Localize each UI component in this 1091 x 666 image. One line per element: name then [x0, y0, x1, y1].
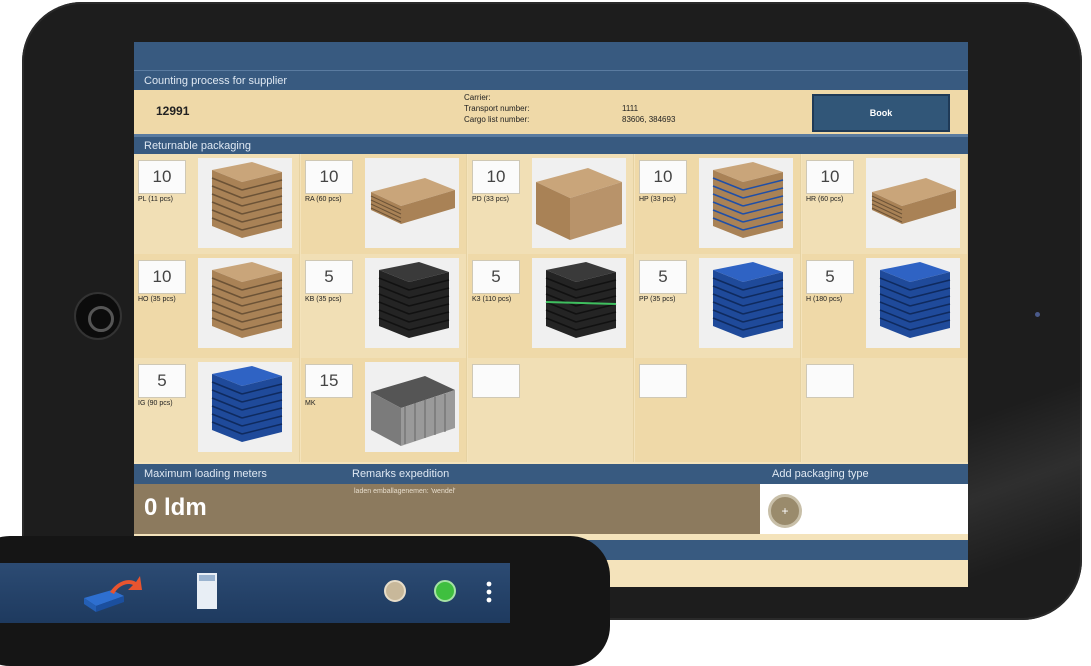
packaging-cell: 5 KB (35 pcs) — [301, 254, 467, 358]
packaging-label: MK — [305, 400, 316, 407]
packaging-count-input[interactable]: 10 — [806, 160, 854, 194]
remarks-field[interactable]: laden emballagenemen: 'wendel' — [342, 484, 760, 534]
packaging-label: PD (33 pcs) — [472, 196, 509, 203]
packaging-image — [866, 258, 960, 348]
book-button[interactable]: Book — [812, 94, 950, 132]
packaging-label: IG (90 pcs) — [138, 400, 173, 407]
packaging-label: HR (60 pcs) — [806, 196, 844, 203]
packaging-count-input[interactable]: 10 — [639, 160, 687, 194]
info-values: 1111 83606, 384693 — [622, 103, 675, 125]
transport-value: 1111 — [622, 104, 639, 113]
cargo-label: Cargo list number: — [464, 115, 530, 124]
packaging-title: Returnable packaging — [134, 136, 968, 154]
packaging-cell: 10 PD (33 pcs) — [468, 154, 634, 254]
packaging-image — [532, 258, 626, 348]
packaging-label: RA (60 pcs) — [305, 196, 342, 203]
carrier-label: Carrier: — [464, 93, 491, 102]
truck-icon[interactable] — [82, 572, 144, 612]
add-packaging-area: + — [760, 484, 968, 534]
packaging-cell: 10 RA (60 pcs) — [301, 154, 467, 254]
section-title: Counting process for supplier — [134, 70, 968, 90]
bottom-header: Maximum loading meters Remarks expeditio… — [134, 464, 968, 484]
packaging-label: HO (35 pcs) — [138, 296, 176, 303]
packaging-count-input[interactable]: 10 — [138, 260, 186, 294]
packaging-image — [365, 258, 459, 348]
packaging-image — [198, 362, 292, 452]
packaging-cell: 15 MK — [301, 358, 467, 462]
info-labels: Carrier: Transport number: Cargo list nu… — [464, 92, 530, 125]
packaging-image — [699, 258, 793, 348]
packaging-cell: 5 PP (35 pcs) — [635, 254, 801, 358]
packaging-cell: 10 HO (35 pcs) — [134, 254, 300, 358]
packaging-image — [198, 158, 292, 248]
add-icon[interactable]: + — [768, 494, 802, 528]
packaging-cell: 5 H (180 pcs) — [802, 254, 968, 358]
packaging-cell: 10 HR (60 pcs) — [802, 154, 968, 254]
green-refresh-icon[interactable] — [434, 580, 456, 602]
packaging-count-input[interactable]: 5 — [305, 260, 353, 294]
packaging-count-input[interactable] — [806, 364, 854, 398]
circle-button-icon[interactable] — [384, 580, 406, 602]
packaging-image — [365, 158, 459, 248]
packaging-count-input[interactable] — [639, 364, 687, 398]
packaging-count-input[interactable]: 15 — [305, 364, 353, 398]
transport-label: Transport number: — [464, 104, 530, 113]
packaging-label: PL (11 pcs) — [138, 196, 174, 203]
remarks-label: Remarks expedition — [352, 468, 450, 480]
document-icon[interactable] — [194, 571, 220, 611]
more-vertical-icon[interactable] — [486, 580, 492, 604]
packaging-label: K3 (110 pcs) — [472, 296, 512, 303]
packaging-count-input[interactable]: 5 — [806, 260, 854, 294]
packaging-grid: 10 PL (11 pcs) 10 RA (60 pcs) 10 PD (33 pcs) 1… — [134, 154, 968, 462]
packaging-image — [365, 362, 459, 452]
packaging-count-input[interactable]: 10 — [472, 160, 520, 194]
packaging-cell: 10 HP (33 pcs) — [635, 154, 801, 254]
packaging-count-input[interactable]: 10 — [305, 160, 353, 194]
packaging-image — [198, 258, 292, 348]
packaging-count-input[interactable] — [472, 364, 520, 398]
packaging-count-input[interactable]: 5 — [138, 364, 186, 398]
home-button-icon[interactable] — [74, 292, 122, 340]
add-packaging-label: Add packaging type — [772, 468, 869, 480]
supplier-info-row: 12991 Carrier: Transport number: Cargo l… — [134, 90, 968, 136]
app-screen: Counting process for supplier 12991 Carr… — [134, 42, 968, 587]
packaging-image — [866, 158, 960, 248]
bottom-row: 0 ldm laden emballagenemen: 'wendel' + — [134, 484, 968, 534]
packaging-cell — [802, 358, 968, 462]
packaging-count-input[interactable]: 5 — [639, 260, 687, 294]
packaging-cell — [468, 358, 634, 462]
packaging-image — [532, 158, 626, 248]
packaging-cell: 5 K3 (110 pcs) — [468, 254, 634, 358]
packaging-label: HP (33 pcs) — [639, 196, 676, 203]
packaging-cell: 5 IG (90 pcs) — [134, 358, 300, 462]
camera-dot — [1035, 312, 1040, 317]
packaging-image — [699, 158, 793, 248]
cargo-value: 83606, 384693 — [622, 115, 676, 124]
packaging-label: KB (35 pcs) — [305, 296, 342, 303]
max-loading-label: Maximum loading meters — [144, 468, 267, 480]
packaging-cell: 10 PL (11 pcs) — [134, 154, 300, 254]
packaging-count-input[interactable]: 5 — [472, 260, 520, 294]
ldm-value: 0 ldm — [134, 484, 342, 534]
top-strip — [134, 42, 968, 70]
supplier-id: 12991 — [156, 104, 190, 118]
packaging-cell — [635, 358, 801, 462]
packaging-count-input[interactable]: 10 — [138, 160, 186, 194]
packaging-label: H (180 pcs) — [806, 296, 843, 303]
packaging-label: PP (35 pcs) — [639, 296, 676, 303]
